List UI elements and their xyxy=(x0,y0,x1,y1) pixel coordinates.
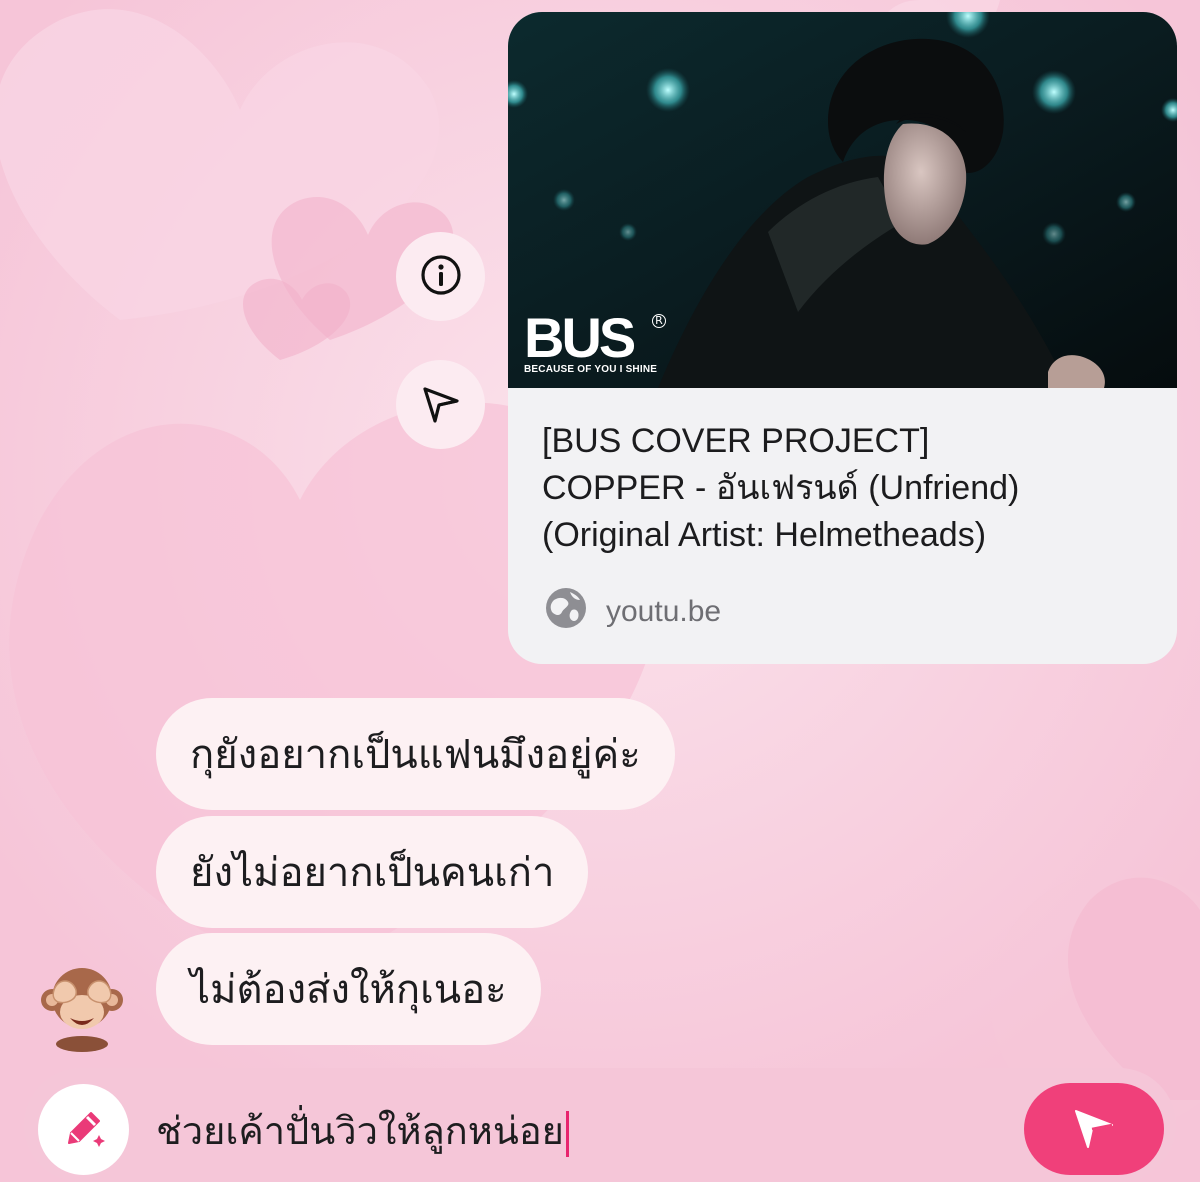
message-input[interactable]: ช่วยเค้าปั่นวิวให้ลูกหน่อย xyxy=(156,1100,569,1161)
link-preview-title[interactable]: [BUS COVER PROJECT] COPPER - อันเฟรนด์ (… xyxy=(542,418,1162,559)
bus-logo-tagline: BECAUSE OF YOU I SHINE xyxy=(524,364,658,375)
info-icon xyxy=(419,253,463,301)
share-send-icon xyxy=(419,381,463,429)
link-preview-card[interactable]: BUS R BECAUSE OF YOU I SHINE [BUS COVER … xyxy=(508,12,1177,664)
see-no-evil-monkey-icon xyxy=(36,968,128,1056)
message-bubble[interactable]: ไม่ต้องส่งให้กุเนอะ xyxy=(156,933,541,1045)
message-input-value: ช่วยเค้าปั่นวิวให้ลูกหน่อย xyxy=(156,1109,564,1153)
bus-logo-word: BUS xyxy=(524,306,636,369)
text-caret xyxy=(565,1110,569,1157)
title-line: (Original Artist: Helmetheads) xyxy=(542,516,987,554)
bus-logo: BUS R BECAUSE OF YOU I SHINE xyxy=(524,306,666,375)
send-icon xyxy=(1070,1103,1118,1155)
sender-avatar[interactable] xyxy=(36,960,128,1056)
pencil-sparkle-icon xyxy=(59,1103,109,1157)
message-bubble[interactable]: ยังไม่อยากเป็นคนเก่า xyxy=(156,816,589,928)
message-text: กุยังอยากเป็นแฟนมึงอยู่ค่ะ xyxy=(190,732,641,778)
globe-icon xyxy=(544,586,588,638)
send-button[interactable] xyxy=(1024,1083,1164,1175)
title-line: [BUS COVER PROJECT] xyxy=(542,422,930,460)
link-source[interactable]: youtu.be xyxy=(544,586,721,638)
share-button[interactable] xyxy=(396,360,485,449)
info-button[interactable] xyxy=(396,232,485,321)
video-thumbnail[interactable]: BUS R BECAUSE OF YOU I SHINE xyxy=(508,12,1177,388)
message-text: ไม่ต้องส่งให้กุเนอะ xyxy=(190,967,507,1013)
title-line: COPPER - อันเฟรนด์ (Unfriend) xyxy=(542,469,1020,507)
message-text: ยังไม่อยากเป็นคนเก่า xyxy=(190,850,555,896)
registered-mark-icon: R xyxy=(652,314,666,328)
link-domain: youtu.be xyxy=(606,595,722,628)
message-bubble[interactable]: กุยังอยากเป็นแฟนมึงอยู่ค่ะ xyxy=(156,698,675,810)
ai-write-button[interactable] xyxy=(38,1084,129,1175)
